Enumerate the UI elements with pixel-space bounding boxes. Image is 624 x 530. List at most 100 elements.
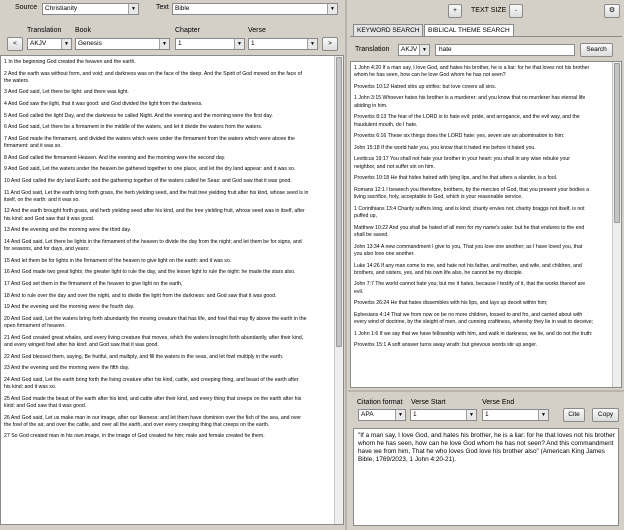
- gear-icon: ⚙: [608, 7, 616, 14]
- result-item-line: 1 John 1:6 If we say that we have fellow…: [354, 330, 593, 337]
- verse-item-line: his kind: and God saw that it was good.: [4, 215, 95, 222]
- result-item-line: puffed up,: [354, 213, 377, 220]
- result-item-line: living sacrifice, holy, acceptable to Go…: [354, 194, 523, 201]
- result-item: John 15:18 If the world hate you, you kn…: [354, 145, 621, 152]
- book-select[interactable]: Genesis ▼: [75, 38, 170, 50]
- verse-item: 22 And God blessed them, saying, Be frui…: [4, 354, 343, 361]
- scrollbar-thumb[interactable]: [336, 57, 342, 347]
- result-item-line: John 7:7 The world cannot hate you; but …: [354, 281, 586, 288]
- result-item-line: John 15:18 If the world hate you, you kn…: [354, 144, 536, 151]
- chapter-select[interactable]: 1 ▼: [175, 38, 245, 50]
- translation-select[interactable]: AKJV ▼: [27, 38, 72, 50]
- verse-item-line: itself, on the earth: and it was so.: [4, 196, 80, 203]
- verse-item: 27 So God created man in his own image, …: [4, 433, 343, 440]
- verse-start-value: 1: [413, 411, 417, 418]
- tab-keyword-search[interactable]: KEYWORD SEARCH: [353, 24, 424, 36]
- search-button[interactable]: Search: [580, 43, 613, 57]
- increase-text-size-button[interactable]: +: [448, 4, 462, 18]
- result-item-line: whom he has seen, how can he love God wh…: [354, 72, 506, 79]
- previous-button[interactable]: <: [7, 37, 23, 51]
- verse-item: 24 And God said, Let the earth bring for…: [4, 377, 343, 392]
- verse-item-line: 19 And the evening and the morning were …: [4, 304, 135, 311]
- verse-item: 1 In the beginning God created the heave…: [4, 59, 343, 66]
- verse-item-line: 11 And God said, Let the earth bring for…: [4, 189, 309, 196]
- chevron-down-icon: ▼: [128, 4, 138, 14]
- verse-item-line: kind: and God saw that it was good.: [4, 402, 87, 409]
- verse-select[interactable]: 1 ▼: [248, 38, 318, 50]
- verse-item: 21 And God created great whales, and eve…: [4, 335, 343, 350]
- result-item-line: Romans 12:1 I beseech you therefore, bro…: [354, 186, 590, 193]
- verse-item-line: 5 And God called the light Day, and the …: [4, 112, 273, 119]
- verse-item-line: 13 And the evening and the morning were …: [4, 227, 132, 234]
- tab-biblical-theme-search[interactable]: BIBLICAL THEME SEARCH: [424, 24, 514, 36]
- result-item: Proverbs 10:12 Hatred stirs up strifes: …: [354, 84, 621, 91]
- result-item-line: 1 John 4:20 If a man say, I love God, an…: [354, 65, 590, 71]
- result-item: Proverbs 26:24 He that hates dissembles …: [354, 300, 621, 307]
- verse-item-line: firmament: and it was so.: [4, 143, 62, 150]
- verse-item: 6 And God said, Let there be a firmament…: [4, 124, 343, 131]
- vertical-scrollbar[interactable]: [334, 56, 343, 524]
- result-item: Ephesians 4:14 That we from now on be no…: [354, 312, 621, 327]
- results-list: 1 John 4:20 If a man say, I love God, an…: [351, 62, 621, 350]
- result-item: John 13:34 A new commandment I give to y…: [354, 244, 621, 259]
- text-select-value: Bible: [175, 5, 190, 12]
- result-item: Leviticus 19:17 You shall not hate your …: [354, 156, 621, 171]
- citation-format-label: Citation format: [357, 399, 403, 406]
- verse-item-line: 23 And the evening and the morning were …: [4, 365, 130, 372]
- verse-item-line: for seasons, and for days, and years:: [4, 246, 90, 253]
- verse-item-line: 3 And God said, Let there be light: and …: [4, 89, 129, 96]
- copy-button[interactable]: Copy: [592, 408, 619, 422]
- chevron-down-icon: ▼: [419, 45, 429, 55]
- verse-item-line: 18 And to rule over the day and over the…: [4, 292, 277, 299]
- verse-item-line: 21 And God created great whales, and eve…: [4, 334, 304, 341]
- result-item-line: shall be saved.: [354, 232, 389, 239]
- right-translation-select[interactable]: AKJV ▼: [398, 44, 430, 56]
- result-item-line: Leviticus 19:17 You shall not hate your …: [354, 156, 570, 163]
- citation-format-select[interactable]: APA ▼: [358, 409, 406, 421]
- verse-select-value: 1: [251, 40, 255, 47]
- verse-item-line: 25 And God made the beast of the earth a…: [4, 395, 302, 402]
- result-item-line: 1 John 3:15 Whoever hates his brother is…: [354, 95, 586, 102]
- chevron-down-icon: ▼: [538, 410, 548, 420]
- verse-item: 23 And the evening and the morning were …: [4, 365, 343, 372]
- verse-text-pane[interactable]: 1 In the beginning God created the heave…: [0, 55, 344, 525]
- text-size-label: TEXT SIZE: [471, 7, 507, 14]
- verse-item: 18 And to rule over the day and over the…: [4, 293, 343, 300]
- search-results-pane[interactable]: 1 John 4:20 If a man say, I love God, an…: [350, 61, 622, 388]
- chevron-down-icon: ▼: [159, 39, 169, 49]
- cite-button[interactable]: Cite: [563, 408, 585, 422]
- chevron-down-icon: ▼: [327, 4, 337, 14]
- verse-item: 14 And God said, Let there be lights in …: [4, 239, 343, 254]
- verse-item-line: 12 And the earth brought forth grass, an…: [4, 208, 305, 215]
- verse-item: 13 And the evening and the morning were …: [4, 227, 343, 234]
- result-item: Proverbs 6:16 These six things does the …: [354, 133, 621, 140]
- result-item-line: every wind of doctrine, by the sleight o…: [354, 319, 594, 326]
- scrollbar-thumb[interactable]: [614, 63, 620, 223]
- result-item-line: Proverbs 26:24 He that hates dissembles …: [354, 300, 548, 307]
- right-translation-label: Translation: [355, 46, 390, 53]
- verse-item-line: the fowl of the air, and over the cattle…: [4, 421, 270, 428]
- verse-end-label: Verse End: [482, 399, 515, 406]
- verse-start-select[interactable]: 1 ▼: [410, 409, 477, 421]
- citation-output[interactable]: "If a man say, I love God, and hates his…: [353, 428, 619, 526]
- chevron-down-icon: ▼: [234, 39, 244, 49]
- horizontal-splitter[interactable]: [348, 390, 624, 392]
- verse-end-select[interactable]: 1 ▼: [482, 409, 549, 421]
- citation-format-value: APA: [361, 411, 374, 418]
- decrease-text-size-button[interactable]: -: [509, 4, 523, 18]
- panel-splitter[interactable]: [345, 0, 347, 530]
- verse-item: 7 And God made the firmament, and divide…: [4, 136, 343, 151]
- verse-item-line: 1 In the beginning God created the heave…: [4, 59, 136, 65]
- settings-button[interactable]: ⚙: [604, 4, 620, 18]
- verse-item-line: his kind: and it was so.: [4, 384, 57, 391]
- result-item-line: Matthew 10:22 And you shall be hated of …: [354, 224, 585, 231]
- search-input[interactable]: hate: [435, 44, 575, 56]
- book-select-value: Genesis: [78, 40, 102, 47]
- next-button[interactable]: >: [322, 37, 338, 51]
- text-select[interactable]: Bible ▼: [172, 3, 338, 15]
- result-item: 1 John 1:6 If we say that we have fellow…: [354, 331, 621, 338]
- vertical-scrollbar[interactable]: [612, 62, 621, 387]
- verse-item: 17 And God set them in the firmament of …: [4, 281, 343, 288]
- source-select[interactable]: Christianity ▼: [42, 3, 139, 15]
- verse-item-line: 20 And God said, Let the waters bring fo…: [4, 315, 307, 322]
